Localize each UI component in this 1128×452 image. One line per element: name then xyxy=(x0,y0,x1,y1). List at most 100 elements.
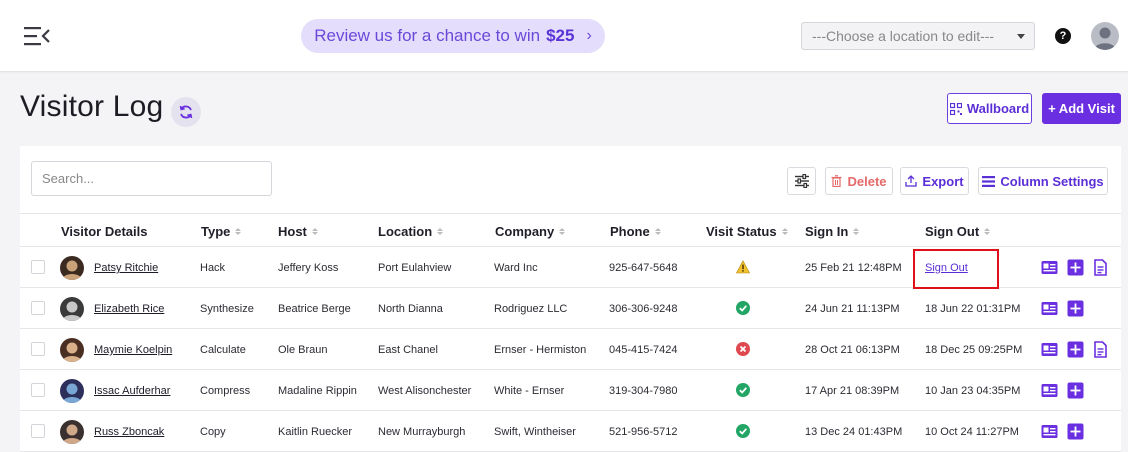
trash-icon xyxy=(831,175,842,187)
wallboard-label: Wallboard xyxy=(966,101,1030,116)
location-cell: North Dianna xyxy=(378,303,443,315)
location-select[interactable]: ---Choose a location to edit--- xyxy=(801,22,1035,50)
host-cell: Beatrice Berge xyxy=(278,303,351,315)
qr-grid-icon xyxy=(949,102,962,115)
id-card-icon[interactable] xyxy=(1041,341,1058,358)
check-circle-icon xyxy=(736,301,750,315)
top-bar: Review us for a chance to win $25 › ---C… xyxy=(0,0,1128,72)
column-header-phone[interactable]: Phone xyxy=(610,224,661,239)
column-header-sign-out[interactable]: Sign Out xyxy=(925,224,991,239)
visitor-avatar xyxy=(60,338,84,362)
id-card-icon[interactable] xyxy=(1041,300,1058,317)
id-card-icon[interactable] xyxy=(1041,259,1058,276)
table-row: Russ Zboncak Copy Kaitlin Ruecker New Murra… xyxy=(20,411,1121,452)
company-cell: Ward Inc xyxy=(494,262,538,274)
column-header-location[interactable]: Location xyxy=(378,224,444,239)
phone-cell: 925-647-5648 xyxy=(609,262,678,274)
plus-square-icon[interactable] xyxy=(1067,423,1084,440)
document-icon[interactable] xyxy=(1092,259,1109,276)
location-cell: East Chanel xyxy=(378,344,438,356)
column-settings-button[interactable]: Column Settings xyxy=(978,167,1108,195)
sort-icon xyxy=(654,228,661,235)
type-cell: Hack xyxy=(200,262,226,274)
host-cell: Madaline Rippin xyxy=(278,385,357,397)
check-circle-icon xyxy=(736,383,750,397)
column-header-type[interactable]: Type xyxy=(201,224,242,239)
help-icon[interactable]: ? xyxy=(1055,28,1071,44)
upload-icon xyxy=(905,175,918,187)
table-row: Issac Aufderhar Compress Madaline Rippin We… xyxy=(20,370,1121,411)
user-silhouette-icon xyxy=(1094,27,1116,50)
column-header-visitor-details[interactable]: Visitor Details xyxy=(61,224,147,239)
sign-in-cell: 24 Jun 21 11:13PM xyxy=(805,303,900,315)
sign-in-cell: 17 Apr 21 08:39PM xyxy=(805,385,900,397)
visitor-name-link[interactable]: Russ Zboncak xyxy=(94,426,164,438)
sign-in-cell: 25 Feb 21 12:48PM xyxy=(805,262,902,274)
phone-cell: 306-306-9248 xyxy=(609,303,678,315)
delete-button[interactable]: Delete xyxy=(825,167,893,195)
chevron-right-icon: › xyxy=(586,27,592,44)
company-cell: White - Ernser xyxy=(494,385,565,397)
id-card-icon[interactable] xyxy=(1041,382,1058,399)
delete-label: Delete xyxy=(847,173,887,189)
phone-cell: 521-956-5712 xyxy=(609,426,678,438)
plus-square-icon[interactable] xyxy=(1067,300,1084,317)
visitor-name-link[interactable]: Elizabeth Rice xyxy=(94,303,164,315)
table-row: Elizabeth Rice Synthesize Beatrice Berge No… xyxy=(20,288,1121,329)
export-label: Export xyxy=(922,173,964,189)
filter-button[interactable] xyxy=(787,167,816,195)
sort-icon xyxy=(853,228,860,235)
sign-out-link[interactable]: Sign Out xyxy=(925,262,968,274)
type-cell: Copy xyxy=(200,426,226,438)
plus-square-icon[interactable] xyxy=(1067,259,1084,276)
x-circle-icon xyxy=(736,342,750,356)
visitor-name-link[interactable]: Patsy Ritchie xyxy=(94,262,158,274)
refresh-button[interactable] xyxy=(171,97,201,127)
location-select-value: ---Choose a location to edit--- xyxy=(812,28,995,44)
id-card-icon[interactable] xyxy=(1041,423,1058,440)
plus-square-icon[interactable] xyxy=(1067,382,1084,399)
sign-out-cell: 10 Oct 24 11:27PM xyxy=(925,426,1019,438)
phone-cell: 319-304-7980 xyxy=(609,385,678,397)
sign-in-cell: 28 Oct 21 06:13PM xyxy=(805,344,900,356)
phone-cell: 045-415-7424 xyxy=(609,344,678,356)
sign-in-cell: 13 Dec 24 01:43PM xyxy=(805,426,903,438)
row-checkbox[interactable] xyxy=(31,260,45,274)
sliders-icon xyxy=(794,174,809,188)
host-cell: Kaitlin Ruecker xyxy=(278,426,352,438)
visitor-name-link[interactable]: Maymie Koelpin xyxy=(94,344,172,356)
menu-collapse-icon[interactable] xyxy=(24,26,50,46)
column-header-host[interactable]: Host xyxy=(278,224,318,239)
column-header-sign-in[interactable]: Sign In xyxy=(805,224,860,239)
document-icon[interactable] xyxy=(1092,341,1109,358)
row-checkbox[interactable] xyxy=(31,383,45,397)
location-cell: West Alisonchester xyxy=(378,385,472,397)
plus-square-icon[interactable] xyxy=(1067,341,1084,358)
column-header-company[interactable]: Company xyxy=(495,224,566,239)
visitor-avatar xyxy=(60,297,84,321)
page-title: Visitor Log xyxy=(20,90,164,123)
location-cell: New Murrayburgh xyxy=(378,426,466,438)
user-avatar[interactable] xyxy=(1091,22,1119,50)
sort-icon xyxy=(559,228,566,235)
visitor-name-link[interactable]: Issac Aufderhar xyxy=(94,385,170,397)
export-button[interactable]: Export xyxy=(900,167,969,195)
sort-icon xyxy=(311,228,318,235)
visitor-avatar xyxy=(60,379,84,403)
host-cell: Ole Braun xyxy=(278,344,328,356)
visitor-log-card: Delete Export Column Settings Visitor De… xyxy=(20,146,1121,452)
warning-triangle-icon xyxy=(736,260,750,274)
add-visit-button[interactable]: + Add Visit xyxy=(1042,93,1121,124)
wallboard-button[interactable]: Wallboard xyxy=(947,93,1032,124)
sort-icon xyxy=(781,228,788,235)
sort-icon xyxy=(437,228,444,235)
row-checkbox[interactable] xyxy=(31,424,45,438)
check-circle-icon xyxy=(736,424,750,438)
search-input[interactable] xyxy=(31,161,272,196)
visitor-avatar xyxy=(60,256,84,280)
row-checkbox[interactable] xyxy=(31,301,45,315)
column-header-visit-status[interactable]: Visit Status xyxy=(706,224,788,239)
row-checkbox[interactable] xyxy=(31,342,45,356)
review-promo-banner[interactable]: Review us for a chance to win $25 › xyxy=(301,19,605,53)
table-header: Visitor Details Type Host Location Compa… xyxy=(20,213,1121,247)
